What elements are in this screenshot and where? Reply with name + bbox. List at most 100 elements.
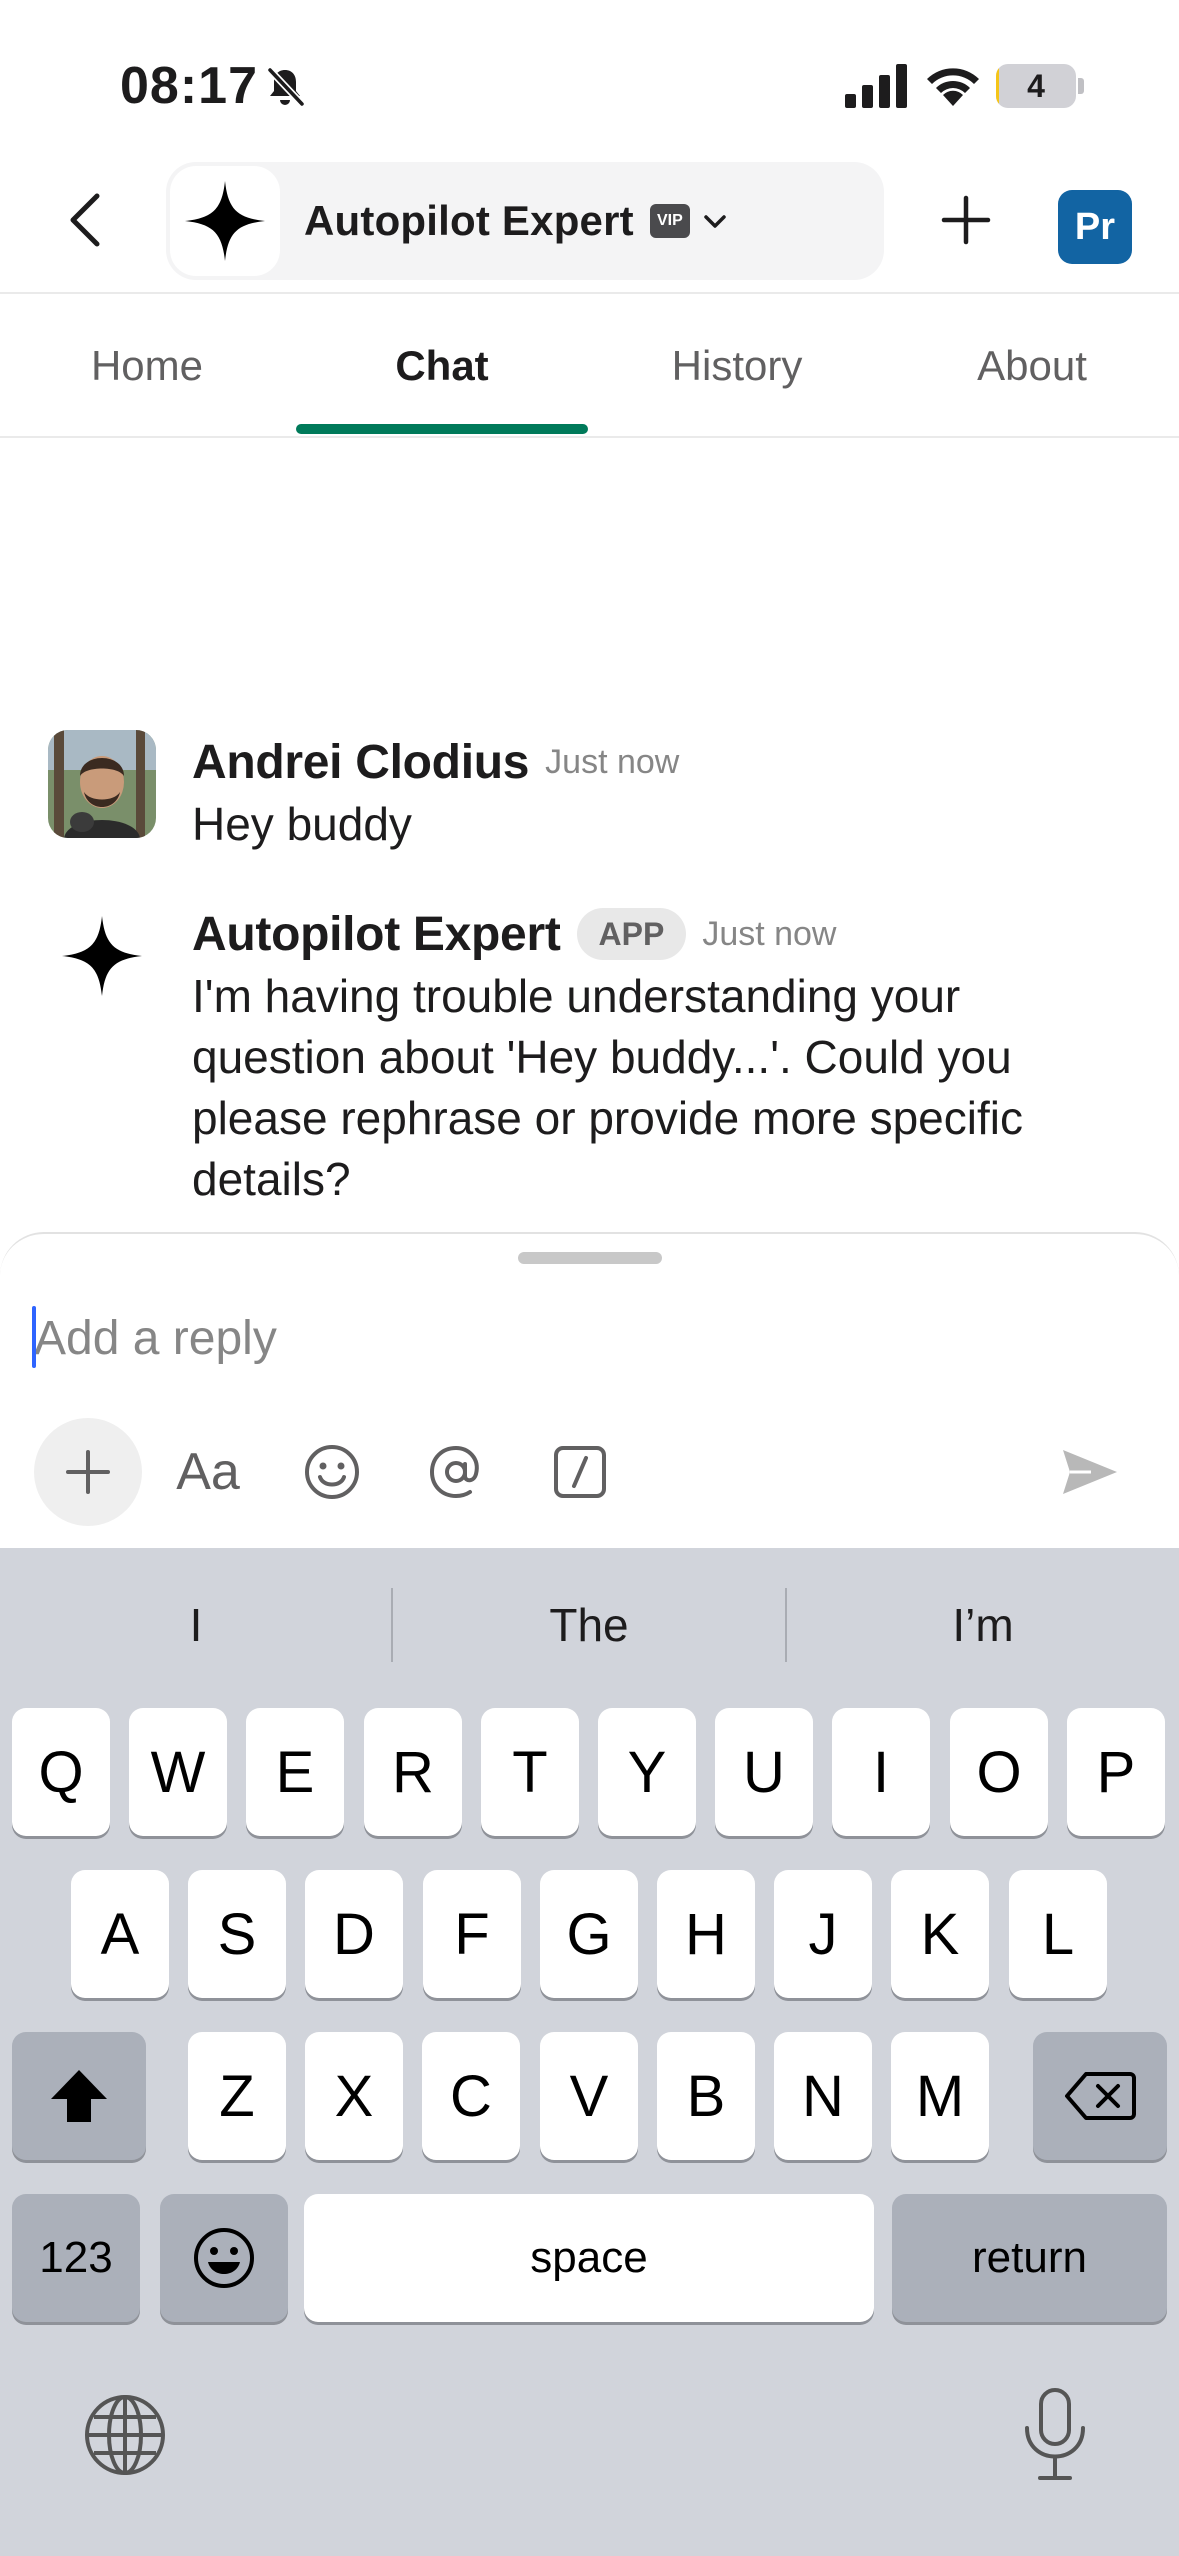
key-l[interactable]: L [1009,1870,1107,1998]
user-photo [48,730,156,838]
key-p[interactable]: P [1067,1708,1165,1836]
tabs-divider [0,436,1179,438]
slash-command-icon [554,1446,606,1498]
key-u[interactable]: U [715,1708,813,1836]
back-chevron-icon [70,193,100,247]
chevron-down-icon [704,215,726,228]
tab-bar: Home Chat History About [0,294,1179,438]
channel-title: Autopilot Expert [304,197,634,244]
key-j[interactable]: J [774,1870,872,1998]
message-header: Andrei Clodius Just now [192,730,1139,794]
format-text-button[interactable]: Aa [154,1418,262,1526]
text-cursor [32,1306,36,1368]
numbers-key[interactable]: 123 [12,2194,140,2322]
user-avatar[interactable] [48,730,156,838]
key-e[interactable]: E [246,1708,344,1836]
key-f[interactable]: F [423,1870,521,1998]
message-timestamp[interactable]: Just now [545,743,679,782]
suggestion-item[interactable]: The [393,1548,785,1702]
slash-command-button[interactable] [526,1418,634,1526]
profile-avatar[interactable]: Pr [1058,190,1132,264]
key-x[interactable]: X [305,2032,403,2160]
space-key[interactable]: space [304,2194,874,2322]
plus-icon [941,195,991,245]
key-n[interactable]: N [774,2032,872,2160]
onscreen-keyboard: I The I’m QWERTYUIOPASDFGHJKLZXCVBNM 123… [0,1548,1179,2556]
key-m[interactable]: M [891,2032,989,2160]
key-k[interactable]: K [891,1870,989,1998]
status-time: 08:17 [120,57,258,115]
tab-about[interactable]: About [885,294,1179,438]
key-r[interactable]: R [364,1708,462,1836]
shift-key[interactable] [12,2032,146,2160]
key-t[interactable]: T [481,1708,579,1836]
key-h[interactable]: H [657,1870,755,1998]
channel-header: Autopilot Expert VIP Pr [0,160,1179,294]
key-a[interactable]: A [71,1870,169,1998]
plus-icon [66,1450,110,1494]
shift-icon [51,2070,107,2122]
key-q[interactable]: Q [12,1708,110,1836]
key-c[interactable]: C [422,2032,520,2160]
message-author[interactable]: Andrei Clodius [192,735,529,790]
composer-grabber[interactable] [518,1252,662,1264]
mention-icon [429,1445,479,1499]
back-button[interactable] [50,180,120,260]
reply-input[interactable] [34,1298,1034,1378]
suggestion-bar: I The I’m [0,1548,1179,1702]
wifi-icon [927,68,979,106]
sparkle-star-icon [62,916,142,996]
app-message-avatar[interactable] [48,902,156,1010]
battery-nub [1078,78,1084,94]
key-i[interactable]: I [832,1708,930,1836]
composer-toolbar: Aa [34,1418,1144,1526]
emoji-key-icon [194,2228,254,2288]
key-g[interactable]: G [540,1870,638,1998]
send-icon [1063,1450,1117,1494]
microphone-icon[interactable] [1010,2386,1100,2482]
globe-icon[interactable] [80,2390,170,2480]
return-key[interactable]: return [892,2194,1167,2322]
active-tab-indicator [296,424,588,434]
message-composer: Aa [0,1232,1179,1548]
emoji-key[interactable] [160,2194,288,2322]
key-d[interactable]: D [305,1870,403,1998]
add-button[interactable] [930,184,1002,256]
signal-icon [845,64,907,108]
key-b[interactable]: B [657,2032,755,2160]
battery-icon: 4 [996,64,1076,108]
message-author[interactable]: Autopilot Expert [192,907,561,962]
suggestion-item[interactable]: I [0,1548,392,1702]
message-header: Autopilot Expert APP Just now [192,902,1139,966]
message-text: Hey buddy [192,798,412,850]
key-w[interactable]: W [129,1708,227,1836]
message-body: Autopilot Expert APP Just now I'm having… [192,902,1139,1210]
mention-button[interactable] [402,1418,510,1526]
suggestion-item[interactable]: I’m [787,1548,1179,1702]
tab-history[interactable]: History [590,294,884,438]
sparkle-star-icon [185,181,265,261]
key-v[interactable]: V [540,2032,638,2160]
emoji-button[interactable] [278,1418,386,1526]
channel-switcher[interactable]: Autopilot Expert VIP [166,162,884,280]
vip-badge: VIP [649,204,690,238]
bell-slash-icon [267,67,305,107]
message-timestamp[interactable]: Just now [702,915,836,954]
message-text: I'm having trouble understanding your qu… [192,970,1023,1205]
attach-button[interactable] [34,1418,142,1526]
tab-chat[interactable]: Chat [295,294,589,438]
key-o[interactable]: O [950,1708,1048,1836]
battery-level: 4 [1027,68,1045,104]
backspace-key[interactable] [1033,2032,1167,2160]
emoji-icon [305,1445,359,1499]
status-bar: 08:17 4 [0,0,1179,160]
app-avatar [170,166,280,276]
send-button[interactable] [1036,1418,1144,1526]
key-s[interactable]: S [188,1870,286,1998]
key-y[interactable]: Y [598,1708,696,1836]
backspace-icon [1065,2072,1136,2120]
key-z[interactable]: Z [188,2032,286,2160]
message-body: Andrei Clodius Just now Hey buddy [192,730,1139,855]
app-badge: APP [576,908,687,960]
tab-home[interactable]: Home [0,294,294,438]
